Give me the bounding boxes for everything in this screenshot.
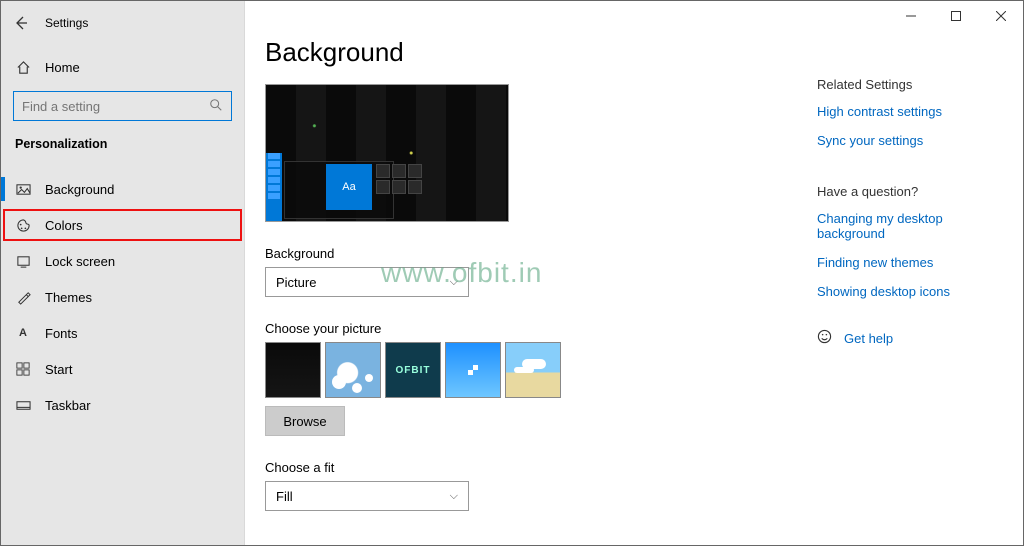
picture-thumb-5[interactable] <box>505 342 561 398</box>
link-finding-themes[interactable]: Finding new themes <box>817 255 997 270</box>
have-question-header: Have a question? <box>817 184 997 199</box>
accent-preview-tile: Aa <box>326 164 372 210</box>
sidebar-item-background[interactable]: Background <box>1 171 244 207</box>
sidebar-item-label: Background <box>45 182 114 197</box>
link-changing-background[interactable]: Changing my desktop background <box>817 211 997 241</box>
page-title: Background <box>265 37 805 68</box>
search-box[interactable] <box>13 91 232 121</box>
sidebar-item-label: Lock screen <box>45 254 115 269</box>
picture-thumb-1[interactable] <box>265 342 321 398</box>
sidebar-item-label: Start <box>45 362 72 377</box>
browse-button[interactable]: Browse <box>265 406 345 436</box>
sidebar: Settings Home Personalization Background <box>1 1 245 545</box>
picture-thumb-3[interactable]: OFBIT <box>385 342 441 398</box>
fonts-icon: A <box>15 327 31 339</box>
picture-icon <box>15 182 31 197</box>
background-dropdown-value: Picture <box>276 275 316 290</box>
settings-window: Settings Home Personalization Background <box>0 0 1024 546</box>
palette-icon <box>15 218 31 233</box>
sidebar-item-start[interactable]: Start <box>1 351 244 387</box>
home-button[interactable]: Home <box>1 49 244 85</box>
choose-picture-label: Choose your picture <box>265 321 805 336</box>
background-preview: Aa <box>265 84 509 222</box>
titlebar <box>888 1 1023 31</box>
sidebar-item-colors[interactable]: Colors <box>1 207 244 243</box>
search-icon <box>209 98 223 115</box>
sidebar-header: Settings <box>1 7 244 39</box>
lockscreen-icon <box>15 254 31 269</box>
maximize-button[interactable] <box>933 1 978 31</box>
minimize-button[interactable] <box>888 1 933 31</box>
home-label: Home <box>45 60 80 75</box>
link-high-contrast[interactable]: High contrast settings <box>817 104 997 119</box>
picture-thumb-4[interactable] <box>445 342 501 398</box>
home-icon <box>15 60 31 75</box>
start-icon <box>15 362 31 376</box>
picture-thumbnails: OFBIT <box>265 342 805 398</box>
link-showing-icons[interactable]: Showing desktop icons <box>817 284 997 299</box>
chevron-down-icon: ⌵ <box>450 276 458 289</box>
link-sync-settings[interactable]: Sync your settings <box>817 133 997 148</box>
themes-icon <box>15 290 31 305</box>
right-panel: Related Settings High contrast settings … <box>817 77 997 347</box>
get-help-link[interactable]: Get help <box>817 329 997 347</box>
get-help-label: Get help <box>844 331 893 346</box>
background-dropdown[interactable]: Picture ⌵ <box>265 267 469 297</box>
sidebar-item-label: Colors <box>45 218 83 233</box>
picture-thumb-2[interactable] <box>325 342 381 398</box>
sidebar-item-lockscreen[interactable]: Lock screen <box>1 243 244 279</box>
sidebar-item-themes[interactable]: Themes <box>1 279 244 315</box>
choose-fit-label: Choose a fit <box>265 460 805 475</box>
back-button[interactable] <box>11 13 31 33</box>
background-dropdown-label: Background <box>265 246 805 261</box>
sidebar-item-taskbar[interactable]: Taskbar <box>1 387 244 423</box>
taskbar-icon <box>15 398 31 413</box>
sidebar-item-label: Fonts <box>45 326 78 341</box>
fit-dropdown[interactable]: Fill ⌵ <box>265 481 469 511</box>
search-input[interactable] <box>22 99 209 114</box>
window-title: Settings <box>45 16 88 30</box>
chevron-down-icon: ⌵ <box>450 490 458 503</box>
fit-dropdown-value: Fill <box>276 489 293 504</box>
help-icon <box>817 329 832 347</box>
close-button[interactable] <box>978 1 1023 31</box>
sidebar-item-label: Taskbar <box>45 398 91 413</box>
section-header: Personalization <box>1 131 244 161</box>
main-content: Background Aa Background Picture ⌵ Choos… <box>265 37 805 511</box>
related-settings-header: Related Settings <box>817 77 997 92</box>
sidebar-item-label: Themes <box>45 290 92 305</box>
sidebar-item-fonts[interactable]: A Fonts <box>1 315 244 351</box>
